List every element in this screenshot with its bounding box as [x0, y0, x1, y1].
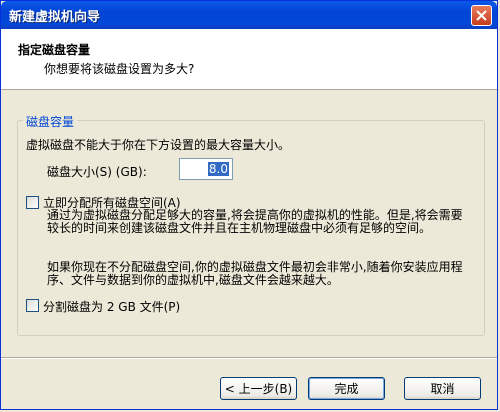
wizard-header: 指定磁盘容量 你想要将该磁盘设置为多大?: [1, 29, 497, 90]
window-title: 新建虚拟机向导: [9, 10, 101, 25]
finish-button[interactable]: 完成: [308, 377, 385, 400]
close-icon: [476, 10, 487, 21]
footer-separator: [1, 357, 497, 359]
disk-size-value: 8.0: [207, 162, 229, 176]
group-legend: 磁盘容量: [23, 113, 78, 130]
page-title: 指定磁盘容量: [18, 43, 91, 57]
title-bar[interactable]: 新建虚拟机向导: [1, 1, 497, 29]
disk-size-input[interactable]: 8.0: [179, 158, 233, 180]
no-allocate-description: 如果你现在不分配磁盘空间,你的虚拟磁盘文件最初会非常小,随着你安装应用程序、文件…: [47, 260, 463, 287]
split-disk-checkbox[interactable]: [26, 299, 39, 312]
cancel-button[interactable]: 取消: [404, 377, 481, 400]
back-button[interactable]: < 上一步(B): [220, 377, 297, 400]
wizard-window: 新建虚拟机向导 指定磁盘容量 你想要将该磁盘设置为多大? 磁盘容量 虚拟磁盘不能…: [0, 0, 498, 410]
max-size-note: 虚拟磁盘不能大于你在下方设置的最大容量大小。: [26, 138, 291, 152]
split-disk-label[interactable]: 分割磁盘为 2 GB 文件(P): [43, 298, 180, 315]
close-button[interactable]: [471, 5, 492, 26]
disk-size-label: 磁盘大小(S) (GB):: [47, 165, 147, 179]
allocate-description: 通过为虚拟磁盘分配足够大的容量,将会提高你的虚拟机的性能。但是,将会需要较长的时…: [47, 208, 463, 235]
allocate-all-checkbox[interactable]: [26, 196, 39, 209]
page-subtitle: 你想要将该磁盘设置为多大?: [44, 62, 195, 76]
